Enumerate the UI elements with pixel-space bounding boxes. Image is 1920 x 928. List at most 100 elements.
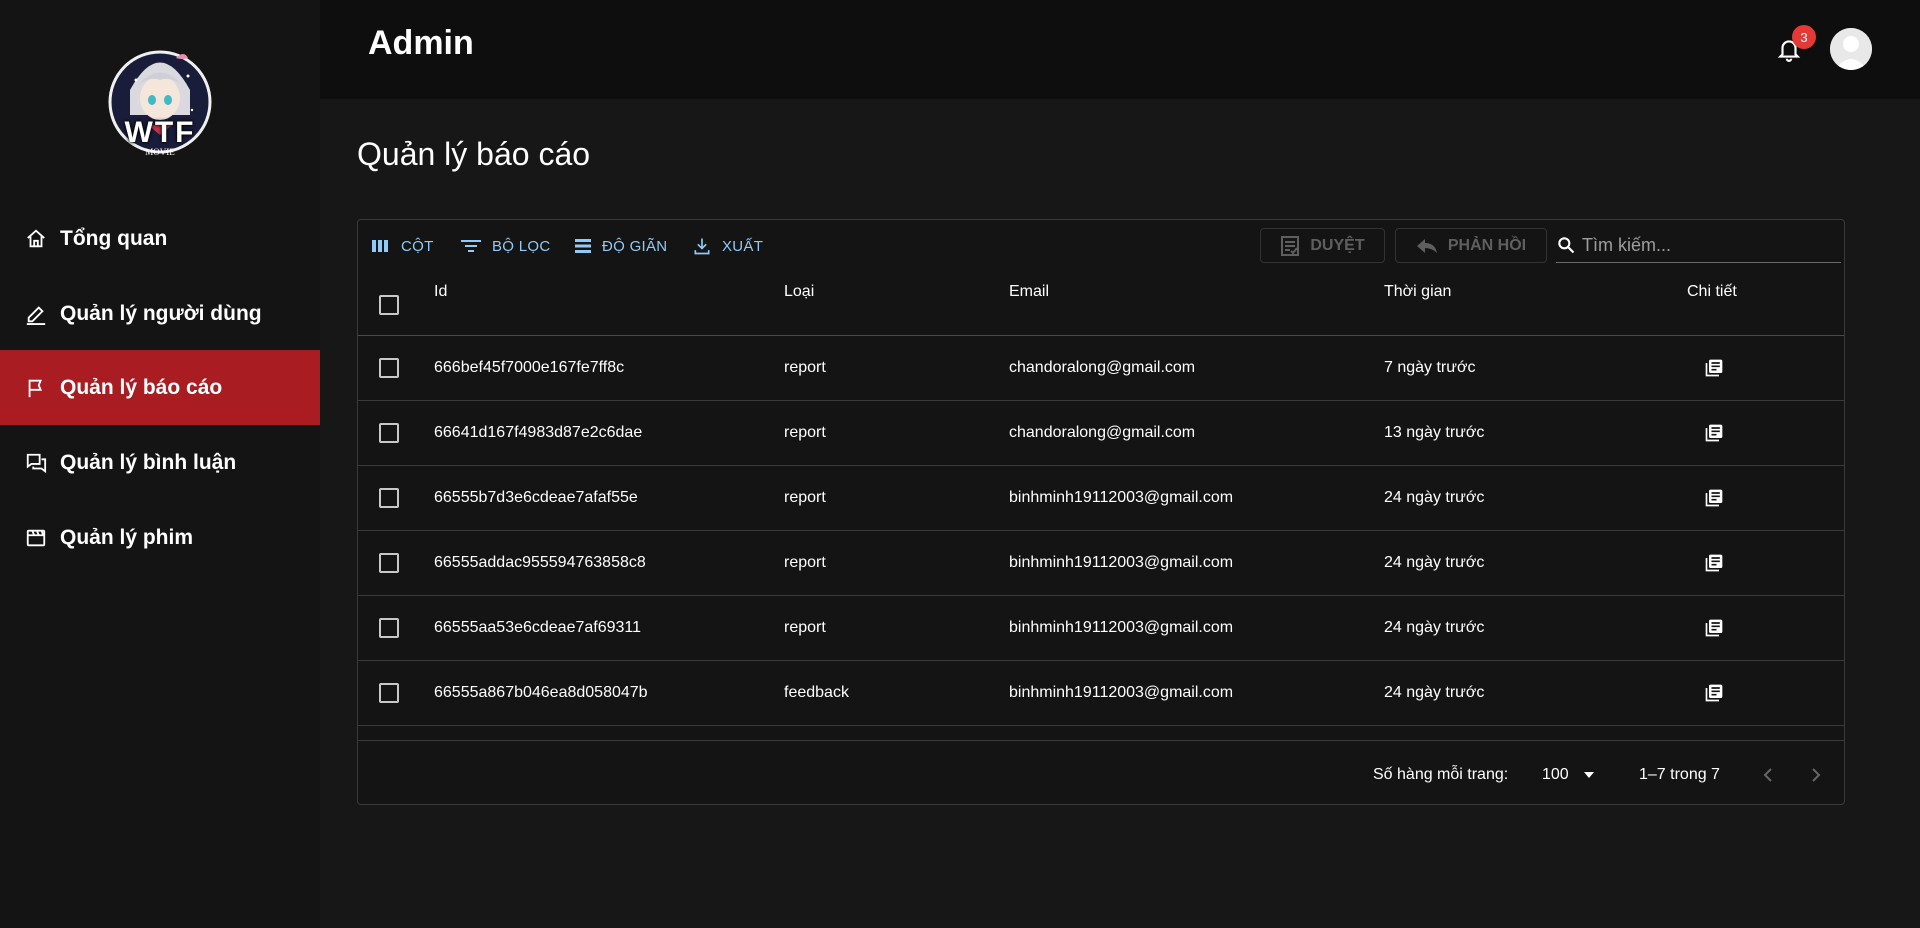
download-icon [694, 238, 710, 255]
cell-id: 666bef45f7000e167fe7ff8c [434, 359, 625, 376]
cell-time: 24 ngày trước [1384, 619, 1485, 636]
rows-per-page-select[interactable]: 100 [1542, 760, 1595, 790]
cell-email: chandoralong@gmail.com [1009, 424, 1196, 441]
density-label: ĐỘ GIÃN [602, 237, 668, 255]
sidebar-item-comments[interactable]: Quản lý bình luận [0, 425, 320, 500]
cell-id: 66555a867b046ea8d058047b [434, 684, 648, 701]
column-header-email[interactable]: Email [1009, 277, 1049, 307]
sidebar-item-label: Quản lý bình luận [60, 450, 237, 474]
header-title: Admin [368, 24, 474, 62]
column-header-id[interactable]: Id [434, 277, 447, 307]
avatar[interactable] [1830, 28, 1872, 70]
table-row[interactable]: 66555aa53e6cdeae7af69311 report binhminh… [358, 596, 1844, 661]
table-row[interactable]: 66555addac955594763858c8 report binhminh… [358, 531, 1844, 596]
comments-icon [24, 451, 48, 475]
cell-type: report [784, 489, 826, 506]
approve-button[interactable]: DUYỆT [1260, 228, 1385, 263]
pagination-range: 1–7 trong 7 [1639, 766, 1720, 783]
cell-type: report [784, 424, 826, 441]
prev-page-button[interactable] [1761, 760, 1775, 790]
top-header: Admin 3 [320, 0, 1920, 99]
chevron-left-icon [1763, 768, 1772, 782]
chevron-right-icon [1812, 768, 1821, 782]
density-button[interactable]: ĐỘ GIÃN [574, 234, 667, 258]
cell-time: 24 ngày trước [1384, 684, 1485, 701]
rows-per-page-label: Số hàng mỗi trang: [1373, 766, 1509, 783]
detail-icon[interactable] [1704, 531, 1724, 595]
row-checkbox[interactable] [379, 661, 399, 725]
approve-list-icon [1281, 235, 1300, 256]
row-checkbox[interactable] [379, 466, 399, 530]
table-row[interactable]: 666bef45f7000e167fe7ff8c report chandora… [358, 336, 1844, 401]
reply-button[interactable]: PHẢN HỒI [1395, 228, 1547, 263]
sidebar-item-overview[interactable]: Tổng quan [0, 201, 320, 276]
sidebar-item-label: Tổng quan [60, 226, 168, 250]
flag-icon [24, 376, 48, 400]
detail-icon[interactable] [1704, 661, 1724, 725]
reports-data-grid: CỘT BỘ LỌC ĐỘ GIÃN XUẤT DUYỆT PHẢN HỒI I… [357, 219, 1845, 805]
detail-icon[interactable] [1704, 336, 1724, 400]
detail-icon[interactable] [1704, 596, 1724, 660]
sidebar-item-reports[interactable]: Quản lý báo cáo [0, 350, 320, 425]
cell-type: report [784, 554, 826, 571]
column-header-detail[interactable]: Chi tiết [1687, 277, 1737, 307]
cell-type: feedback [784, 684, 849, 701]
row-checkbox[interactable] [379, 336, 399, 400]
columns-button[interactable]: CỘT [371, 234, 434, 258]
wtf-movie-logo[interactable]: WTF MOVIE [108, 40, 212, 160]
cell-type: report [784, 359, 826, 376]
export-button[interactable]: XUẤT [692, 234, 763, 258]
home-icon [24, 227, 48, 251]
edit-icon [24, 302, 48, 326]
cell-email: binhminh19112003@gmail.com [1009, 554, 1234, 571]
sidebar-item-label: Quản lý báo cáo [60, 375, 223, 399]
next-page-button[interactable] [1809, 760, 1823, 790]
cell-id: 66555b7d3e6cdeae7afaf55e [434, 489, 638, 506]
cell-email: binhminh19112003@gmail.com [1009, 619, 1234, 636]
cell-time: 24 ngày trước [1384, 554, 1485, 571]
logo-subtext: MOVIE [145, 147, 175, 157]
footer-divider [358, 740, 1844, 741]
column-header-type[interactable]: Loại [784, 277, 814, 307]
notification-badge: 3 [1792, 25, 1816, 49]
row-checkbox[interactable] [379, 401, 399, 465]
cell-time: 24 ngày trước [1384, 489, 1485, 506]
page-title: Quản lý báo cáo [357, 136, 591, 172]
row-checkbox[interactable] [379, 596, 399, 660]
reply-label: PHẢN HỒI [1447, 236, 1527, 254]
cell-email: binhminh19112003@gmail.com [1009, 489, 1234, 506]
cell-time: 13 ngày trước [1384, 424, 1485, 441]
rows-per-page-value: 100 [1542, 766, 1569, 783]
filter-button[interactable]: BỘ LỌC [460, 234, 550, 258]
clapperboard-icon [24, 526, 48, 550]
select-all-checkbox[interactable] [379, 290, 399, 320]
columns-icon [372, 240, 388, 252]
column-header-time[interactable]: Thời gian [1384, 277, 1451, 307]
table-row[interactable]: 66555b7d3e6cdeae7afaf55e report binhminh… [358, 466, 1844, 531]
sidebar: WTF MOVIE Tổng quan Quản lý người dùng Q… [0, 0, 320, 928]
filter-label: BỘ LỌC [492, 237, 551, 255]
logo-text: WTF [124, 116, 196, 149]
sidebar-item-movies[interactable]: Quản lý phim [0, 500, 320, 575]
search-input[interactable] [1582, 234, 1822, 256]
sidebar-item-users[interactable]: Quản lý người dùng [0, 276, 320, 351]
cell-email: chandoralong@gmail.com [1009, 359, 1196, 376]
sidebar-item-label: Quản lý người dùng [60, 301, 262, 325]
export-label: XUẤT [722, 237, 764, 255]
cell-id: 66641d167f4983d87e2c6dae [434, 424, 643, 441]
detail-icon[interactable] [1704, 466, 1724, 530]
detail-icon[interactable] [1704, 401, 1724, 465]
cell-email: binhminh19112003@gmail.com [1009, 684, 1234, 701]
chevron-down-icon [1583, 772, 1594, 778]
columns-label: CỘT [401, 237, 434, 255]
search-icon [1558, 237, 1575, 254]
table-row[interactable]: 66641d167f4983d87e2c6dae report chandora… [358, 401, 1844, 466]
row-checkbox[interactable] [379, 531, 399, 595]
table-row[interactable]: 66555a867b046ea8d058047b feedback binhmi… [358, 661, 1844, 726]
approve-label: DUYỆT [1310, 236, 1365, 254]
reply-icon [1416, 238, 1437, 253]
cell-type: report [784, 619, 826, 636]
density-icon [575, 239, 591, 253]
cell-time: 7 ngày trước [1384, 359, 1476, 376]
cell-id: 66555addac955594763858c8 [434, 554, 646, 571]
